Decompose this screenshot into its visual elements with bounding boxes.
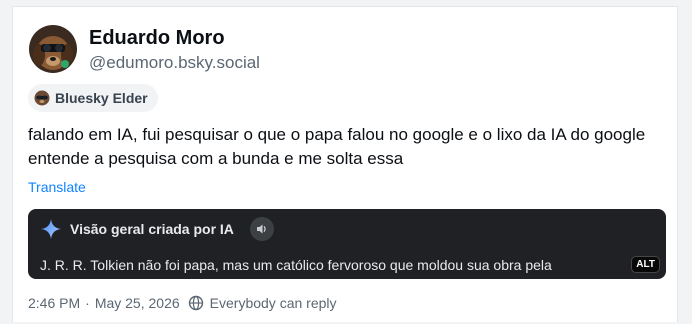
gemini-sparkle-icon bbox=[40, 218, 62, 240]
post-timestamp[interactable]: 2:46 PM bbox=[28, 295, 80, 311]
author-display-name[interactable]: Eduardo Moro bbox=[89, 27, 225, 50]
translate-link[interactable]: Translate bbox=[28, 179, 86, 195]
author-handle[interactable]: @edumoro.bsky.social bbox=[89, 53, 260, 73]
avatar[interactable] bbox=[29, 25, 77, 73]
post-date[interactable]: May 25, 2026 bbox=[95, 295, 180, 311]
globe-icon bbox=[188, 295, 204, 311]
post-text: falando em IA, fui pesquisar o que o pap… bbox=[28, 125, 646, 168]
post-meta: 2:46 PM · May 25, 2026 Everybody can rep… bbox=[28, 295, 337, 311]
verification-badge[interactable]: Bluesky Elder bbox=[28, 84, 158, 112]
ai-overview-title: Visão geral criada por IA bbox=[70, 221, 234, 237]
meta-separator: · bbox=[85, 295, 90, 311]
sunglasses-butterfly-icon bbox=[34, 90, 50, 106]
ai-overview-header: Visão geral criada por IA bbox=[40, 217, 274, 241]
post-card[interactable]: Eduardo Moro @edumoro.bsky.social Bluesk… bbox=[12, 6, 678, 322]
badge-label: Bluesky Elder bbox=[55, 90, 148, 106]
reply-setting[interactable]: Everybody can reply bbox=[210, 295, 337, 311]
speaker-icon bbox=[249, 217, 274, 241]
alt-text-badge[interactable]: ALT bbox=[631, 256, 660, 273]
image-embed[interactable]: Visão geral criada por IA J. R. R. Tolki… bbox=[28, 209, 666, 279]
ai-overview-summary: J. R. R. Tolkien não foi papa, mas um ca… bbox=[40, 257, 552, 273]
